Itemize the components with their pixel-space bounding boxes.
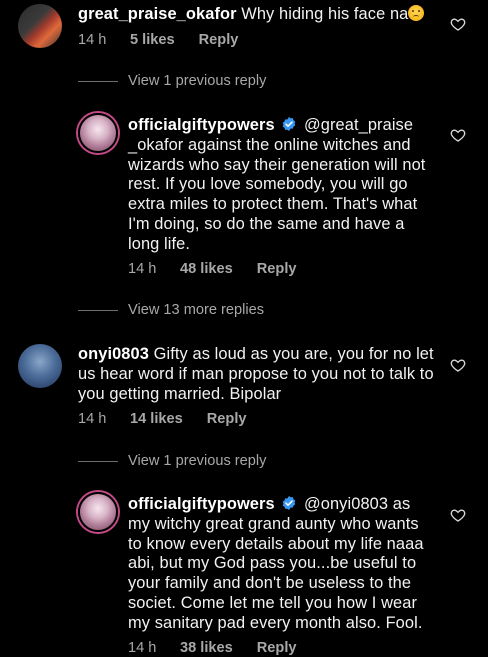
like-heart-icon[interactable]	[450, 127, 466, 143]
view-replies-label[interactable]: View 1 previous reply	[128, 73, 266, 89]
view-replies-label[interactable]: View 1 previous reply	[128, 453, 266, 469]
comment-likes[interactable]: 38 likes	[180, 640, 233, 656]
avatar[interactable]	[18, 4, 62, 48]
reply-button[interactable]: Reply	[199, 32, 239, 48]
like-heart-icon[interactable]	[450, 16, 466, 32]
comment-text: Why hiding his face na	[241, 5, 409, 23]
comment-time: 14 h	[128, 261, 157, 277]
divider	[78, 80, 118, 82]
comment-body: great_praise_okafor Why hiding his face …	[78, 5, 438, 25]
verified-badge-icon	[283, 117, 296, 131]
divider	[78, 309, 118, 311]
comment-username[interactable]: onyi0803	[78, 345, 149, 363]
reply-button[interactable]: Reply	[257, 261, 297, 277]
comment-username[interactable]: officialgiftypowers	[128, 116, 275, 134]
like-heart-icon[interactable]	[450, 507, 466, 523]
comment-body: officialgiftypowers @onyi0803 as my witc…	[128, 495, 430, 634]
comment-meta: 14 h 38 likes Reply	[128, 640, 297, 656]
reply-button[interactable]: Reply	[207, 411, 247, 427]
verified-badge-icon	[283, 496, 296, 510]
comment-likes[interactable]: 5 likes	[130, 32, 175, 48]
divider	[78, 460, 118, 462]
comment-username[interactable]: great_praise_okafor	[78, 5, 237, 23]
comment-mention[interactable]: @onyi0803	[304, 495, 388, 513]
view-more-replies[interactable]: View 13 more replies	[78, 302, 264, 318]
avatar[interactable]	[78, 492, 118, 532]
comment-meta: 14 h 5 likes Reply	[78, 32, 238, 48]
avatar[interactable]	[18, 344, 62, 388]
comment-body: onyi0803 Gifty as loud as you are, you f…	[78, 345, 438, 404]
view-previous-replies[interactable]: View 1 previous reply	[78, 453, 266, 469]
comment-likes[interactable]: 14 likes	[130, 411, 183, 427]
comment-username[interactable]: officialgiftypowers	[128, 495, 275, 513]
comment-likes[interactable]: 48 likes	[180, 261, 233, 277]
view-replies-label[interactable]: View 13 more replies	[128, 302, 264, 318]
worried-face-emoji-icon	[408, 5, 425, 21]
reply-button[interactable]: Reply	[257, 640, 297, 656]
comment-text: as my witchy great grand aunty who wants…	[128, 495, 424, 632]
view-previous-replies[interactable]: View 1 previous reply	[78, 73, 266, 89]
avatar[interactable]	[78, 113, 118, 153]
like-heart-icon[interactable]	[450, 357, 466, 373]
comment-body: officialgiftypowers @great_praise _okafo…	[128, 116, 428, 255]
comment-time: 14 h	[78, 411, 107, 427]
comment-time: 14 h	[128, 640, 157, 656]
comment-meta: 14 h 14 likes Reply	[78, 411, 247, 427]
comment-time: 14 h	[78, 32, 107, 48]
comment-meta: 14 h 48 likes Reply	[128, 261, 297, 277]
